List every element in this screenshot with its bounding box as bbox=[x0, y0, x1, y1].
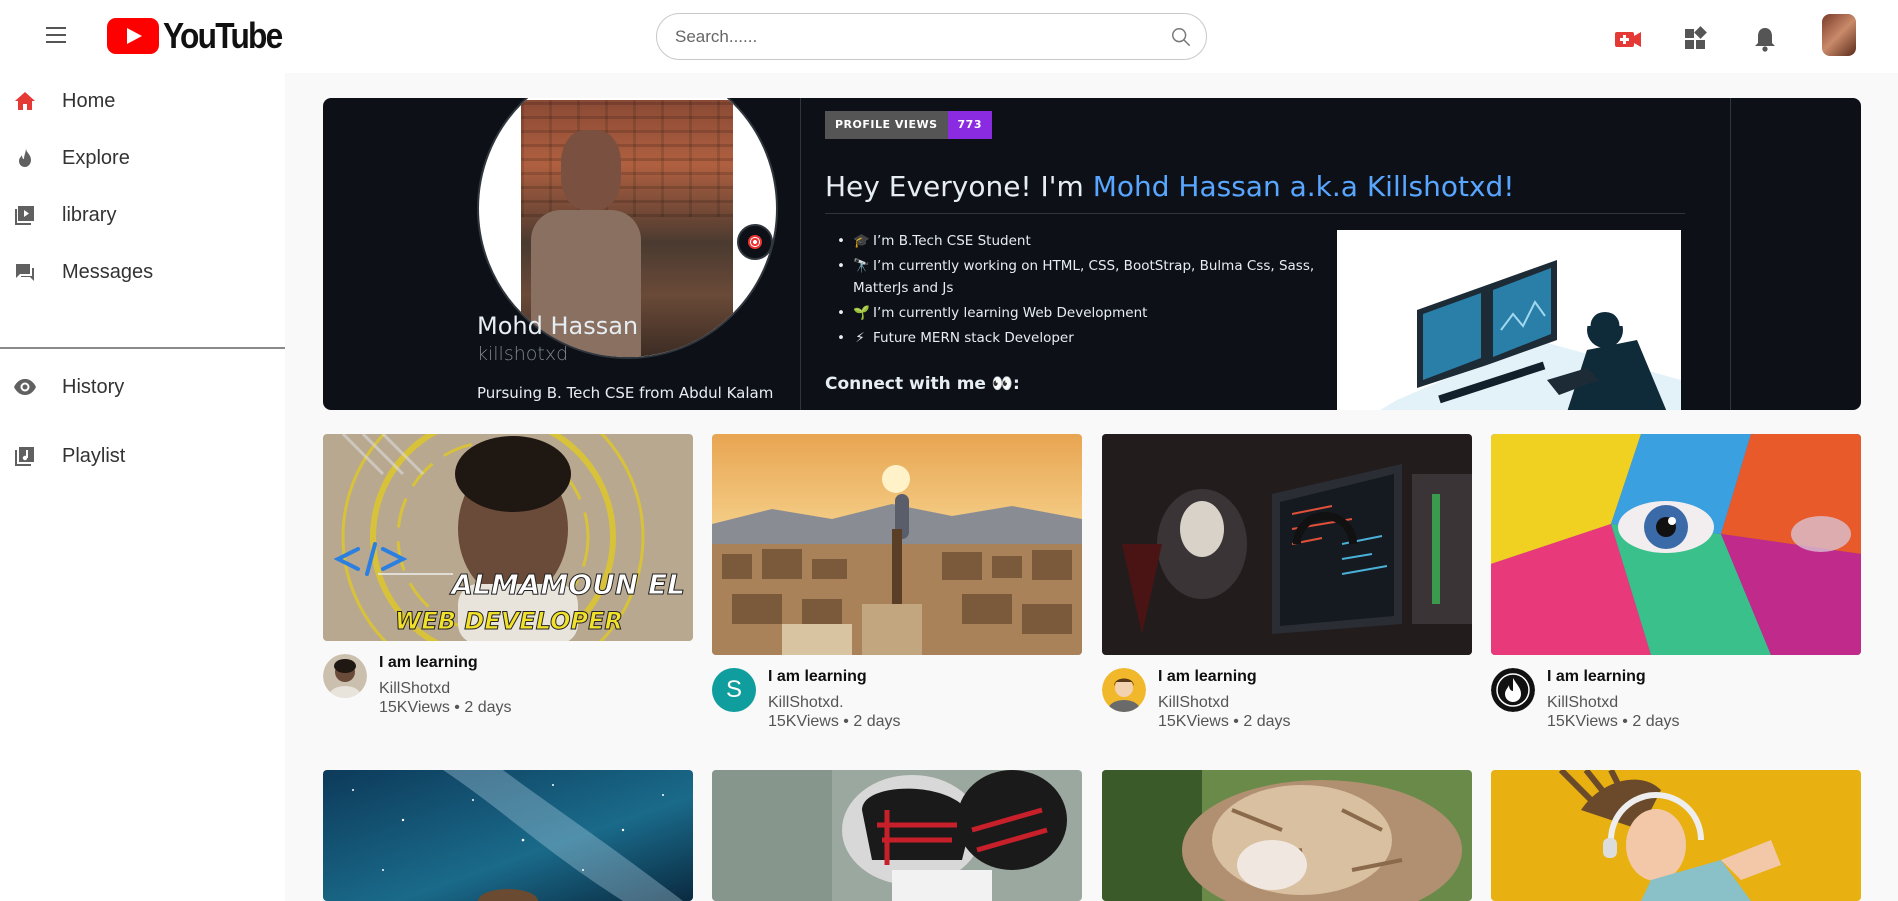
list-item: 🔭I’m currently working on HTML, CSS, Boo… bbox=[825, 255, 1345, 299]
library-icon bbox=[15, 206, 34, 225]
profile-handle[interactable]: killshotxd bbox=[477, 343, 568, 365]
connect-heading: Connect with me 👀: bbox=[825, 374, 1020, 394]
video-thumbnail[interactable] bbox=[323, 770, 693, 901]
video-title[interactable]: I am learning bbox=[768, 668, 867, 686]
sidebar-item-home[interactable]: Home bbox=[0, 73, 285, 129]
channel-avatar[interactable] bbox=[1102, 668, 1146, 712]
sidebar-item-label: Explore bbox=[62, 146, 130, 169]
video-stats: 15KViews • 2 days bbox=[1547, 713, 1680, 730]
video-thumbnail[interactable] bbox=[1491, 770, 1861, 901]
channel-avatar[interactable]: S bbox=[712, 668, 756, 712]
create-video-icon[interactable] bbox=[1613, 24, 1643, 54]
thumbnail-overlay-text: ALMAMOUN EL bbox=[449, 568, 685, 601]
video-thumbnail[interactable] bbox=[1102, 434, 1472, 655]
video-thumbnail[interactable] bbox=[1491, 434, 1861, 655]
channel-name[interactable]: KillShotxd bbox=[1547, 694, 1618, 712]
greeting-name-link[interactable]: Mohd Hassan a.k.a Killshotxd! bbox=[1093, 170, 1515, 203]
telescope-icon: 🔭 bbox=[853, 258, 870, 274]
messages-icon bbox=[16, 264, 34, 281]
video-thumbnail[interactable] bbox=[1102, 770, 1472, 901]
list-item: ⚡Future MERN stack Developer bbox=[825, 327, 1345, 349]
channel-name[interactable]: KillShotxd. bbox=[768, 694, 844, 712]
sidebar-item-explore[interactable]: Explore bbox=[0, 130, 285, 186]
sidebar-item-label: Home bbox=[62, 89, 116, 112]
video-thumbnail[interactable]: ALMAMOUN EL WEB DEVELOPER bbox=[323, 434, 693, 641]
sidebar-item-library[interactable]: library bbox=[0, 187, 285, 243]
profile-card: Mohd Hassan killshotxd Pursuing B. Tech … bbox=[323, 98, 801, 410]
list-item: 🎓I’m B.Tech CSE Student bbox=[825, 230, 1345, 252]
explore-icon bbox=[19, 148, 31, 167]
channel-name[interactable]: KillShotxd bbox=[379, 680, 450, 698]
channel-name[interactable]: KillShotxd bbox=[1158, 694, 1229, 712]
channel-avatar[interactable] bbox=[1491, 668, 1535, 712]
search-icon[interactable] bbox=[1170, 26, 1192, 48]
user-avatar[interactable] bbox=[1822, 14, 1856, 56]
notifications-bell-icon[interactable] bbox=[1750, 24, 1780, 54]
sidebar-item-history[interactable]: History bbox=[0, 359, 285, 415]
video-stats: 15KViews • 2 days bbox=[379, 699, 512, 716]
youtube-logo[interactable]: YouTube bbox=[107, 15, 298, 56]
sidebar-item-messages[interactable]: Messages bbox=[0, 244, 285, 300]
video-title[interactable]: I am learning bbox=[1158, 668, 1257, 686]
video-meta: S I am learning KillShotxd. 15KViews • 2… bbox=[712, 668, 1082, 748]
search-input[interactable] bbox=[675, 14, 1145, 59]
achievement-badge-icon bbox=[737, 224, 773, 260]
profile-views-label: PROFILE VIEWS bbox=[825, 111, 948, 139]
youtube-play-icon bbox=[107, 18, 159, 54]
profile-bio: Pursuing B. Tech CSE from Abdul Kalam bbox=[477, 384, 774, 402]
playlist-icon bbox=[15, 447, 34, 466]
graduation-cap-icon: 🎓 bbox=[853, 233, 870, 249]
logo-text: YouTube bbox=[163, 15, 283, 56]
hamburger-menu-icon[interactable] bbox=[46, 27, 66, 43]
profile-views-count: 773 bbox=[947, 111, 992, 139]
channel-avatar[interactable] bbox=[323, 654, 367, 698]
video-stats: 15KViews • 2 days bbox=[1158, 713, 1291, 730]
video-title[interactable]: I am learning bbox=[379, 654, 478, 672]
sidebar-item-label: Playlist bbox=[62, 444, 126, 467]
video-stats: 15KViews • 2 days bbox=[768, 713, 901, 730]
thumbnail-overlay-text: WEB DEVELOPER bbox=[395, 607, 623, 635]
video-thumbnail[interactable] bbox=[712, 434, 1082, 655]
readme-greeting: Hey Everyone! I'm Mohd Hassan a.k.a Kill… bbox=[825, 170, 1515, 203]
video-title[interactable]: I am learning bbox=[1547, 668, 1646, 686]
seedling-icon: 🌱 bbox=[853, 305, 870, 321]
sidebar-divider bbox=[0, 347, 285, 349]
video-thumbnail[interactable] bbox=[712, 770, 1082, 901]
home-icon bbox=[15, 92, 35, 110]
video-meta: I am learning KillShotxd 15KViews • 2 da… bbox=[323, 654, 693, 734]
top-header: YouTube bbox=[0, 0, 1898, 73]
video-meta: I am learning KillShotxd 15KViews • 2 da… bbox=[1491, 668, 1861, 748]
sidebar-item-playlist[interactable]: Playlist bbox=[0, 428, 285, 484]
sidebar-item-label: Messages bbox=[62, 260, 154, 283]
list-item: 🌱I’m currently learning Web Development bbox=[825, 302, 1345, 324]
developer-illustration bbox=[1337, 230, 1681, 410]
profile-name: Mohd Hassan bbox=[477, 312, 639, 340]
sidebar-item-label: History bbox=[62, 375, 125, 398]
divider bbox=[825, 213, 1685, 214]
history-icon bbox=[14, 379, 36, 395]
profile-banner: Mohd Hassan killshotxd Pursuing B. Tech … bbox=[323, 98, 1861, 410]
sidebar-item-label: library bbox=[62, 203, 117, 226]
readme-bullet-list: 🎓I’m B.Tech CSE Student 🔭I’m currently w… bbox=[825, 230, 1345, 352]
apps-icon[interactable] bbox=[1681, 24, 1711, 54]
search-bar bbox=[656, 13, 1207, 60]
readme-panel: PROFILE VIEWS 773 Hey Everyone! I'm Mohd… bbox=[801, 98, 1731, 410]
lightning-icon: ⚡ bbox=[855, 330, 865, 346]
sidebar: Home Explore library Messages History Pl… bbox=[0, 73, 285, 901]
profile-views-badge: PROFILE VIEWS 773 bbox=[825, 111, 992, 139]
video-meta: I am learning KillShotxd 15KViews • 2 da… bbox=[1102, 668, 1472, 748]
